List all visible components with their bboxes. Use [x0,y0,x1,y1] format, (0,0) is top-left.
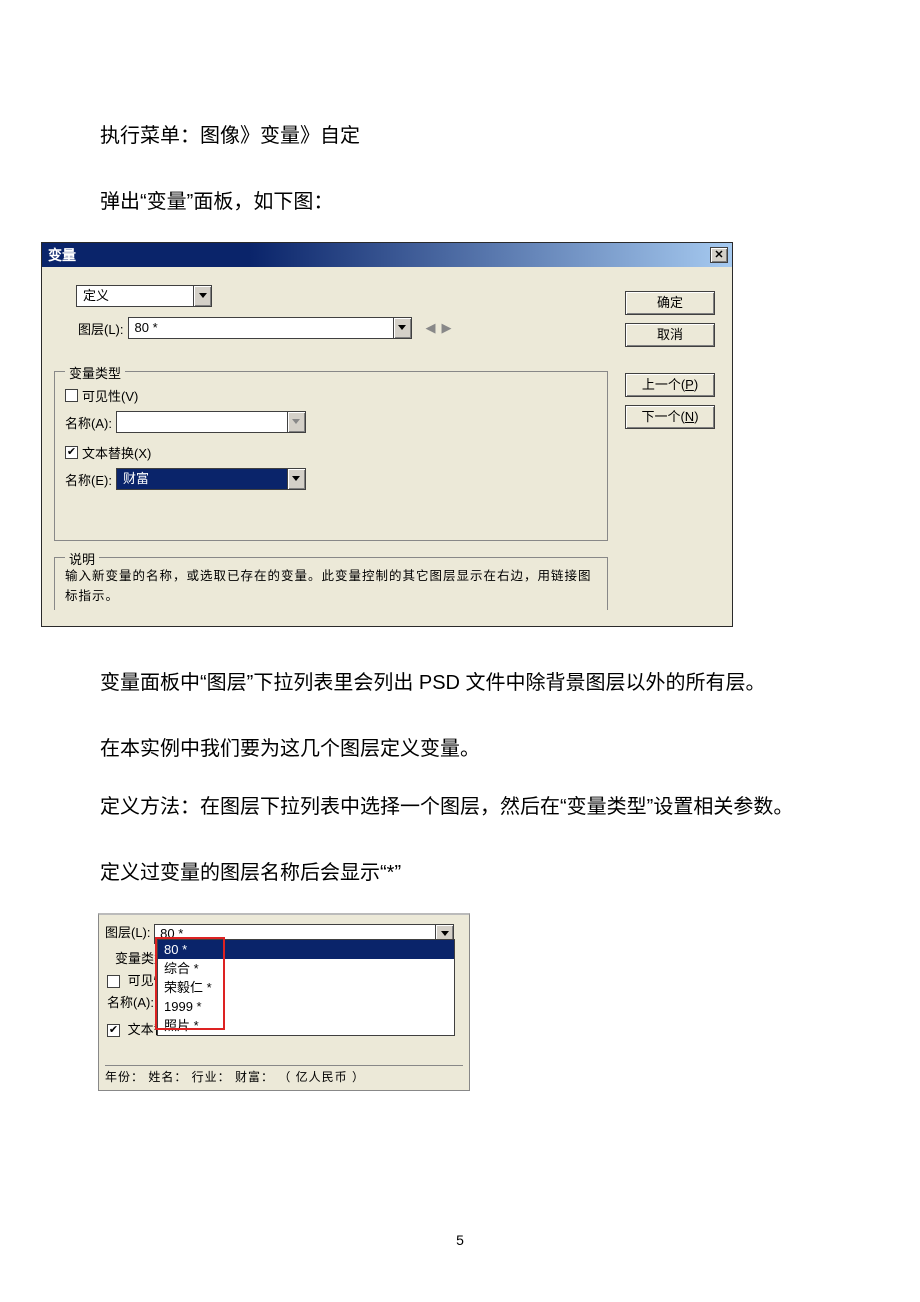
dropdown-option[interactable]: 综合 * [158,959,454,978]
description-group: 说明 输入新变量的名称，或选取已存在的变量。此变量控制的其它图层显示在右边，用链… [54,557,608,610]
description-text: 输入新变量的名称，或选取已存在的变量。此变量控制的其它图层显示在右边，用链接图标… [65,566,597,606]
paragraph: 定义过变量的图层名称后会显示“*” [100,847,820,899]
name-e-input[interactable]: 财富 [116,468,306,490]
next-button[interactable]: 下一个(N) [625,405,715,429]
cancel-button[interactable]: 取消 [625,323,715,347]
dropdown-option[interactable]: 80 * [158,940,454,959]
group-legend: 说明 [65,549,99,568]
text-replace-label: 文本替换(X) [82,443,151,462]
dropdown-option[interactable]: 荣毅仁 * [158,978,454,997]
layer-dropdown-list[interactable]: 80 *综合 *荣毅仁 *1999 *照片 * [157,939,455,1036]
paragraph: 在本实例中我们要为这几个图层定义变量。 [100,723,820,775]
close-icon[interactable]: ✕ [710,247,728,263]
layer-select-value: 80 * [129,318,393,338]
layer-select[interactable]: 80 * [128,317,412,339]
name-a-label: 名称(A): [65,413,112,432]
chevron-down-icon[interactable] [287,469,305,489]
paragraph: 弹出“变量”面板，如下图： [100,176,820,228]
page-number: 5 [0,1232,920,1248]
dialog-title: 变量 [48,245,76,265]
prev-button[interactable]: 上一个(P) [625,373,715,397]
mode-select[interactable]: 定义 [76,285,212,307]
layer-label: 图层(L): [78,319,124,338]
paragraph: 变量面板中“图层”下拉列表里会列出 PSD 文件中除背景图层以外的所有层。 [100,657,820,709]
next-layer-icon[interactable]: ▶ [442,320,452,336]
document-page: 执行菜单：图像》变量》自定 弹出“变量”面板，如下图： 变量 ✕ 定义 [0,0,920,1302]
prev-layer-icon[interactable]: ◀ [426,320,436,336]
visibility-checkbox[interactable] [65,389,78,402]
chevron-down-icon [287,412,305,432]
footer-line: 年份： 姓名： 行业： 财富： （ 亿人民币 ） [105,1065,463,1085]
mode-select-value: 定义 [77,286,193,306]
dropdown-option[interactable]: 照片 * [158,1016,454,1035]
paragraph: 定义方法：在图层下拉列表中选择一个图层，然后在“变量类型”设置相关参数。 [100,781,820,833]
visibility-checkbox[interactable] [107,975,120,988]
name-e-value: 财富 [117,469,287,489]
name-a-label: 名称(A): [107,995,154,1010]
name-a-input [116,411,306,433]
dialog-button-column: 确定 取消 上一个(P) 下一个(N) [620,285,720,437]
text-replace-checkbox[interactable]: ✔ [107,1024,120,1037]
variables-dialog: 变量 ✕ 定义 图层(L): 80 * [41,242,733,627]
dropdown-option[interactable]: 1999 * [158,997,454,1016]
variable-type-group: 变量类型 可见性(V) 名称(A): [54,371,608,541]
visibility-label: 可见性(V) [82,386,138,405]
dialog-titlebar: 变量 ✕ [42,243,732,267]
name-e-label: 名称(E): [65,470,112,489]
layer-label: 图层(L): [105,925,151,940]
text-replace-checkbox[interactable]: ✔ [65,446,78,459]
chevron-down-icon[interactable] [393,318,411,338]
layer-dropdown-snippet: 图层(L): 80 * 80 *综合 *荣毅仁 *1999 *照片 * 变量类型… [98,913,470,1091]
layer-nav: ◀ ▶ [426,320,452,336]
paragraph: 执行菜单：图像》变量》自定 [100,110,820,162]
ok-button[interactable]: 确定 [625,291,715,315]
group-legend: 变量类型 [65,363,125,382]
chevron-down-icon[interactable] [193,286,211,306]
